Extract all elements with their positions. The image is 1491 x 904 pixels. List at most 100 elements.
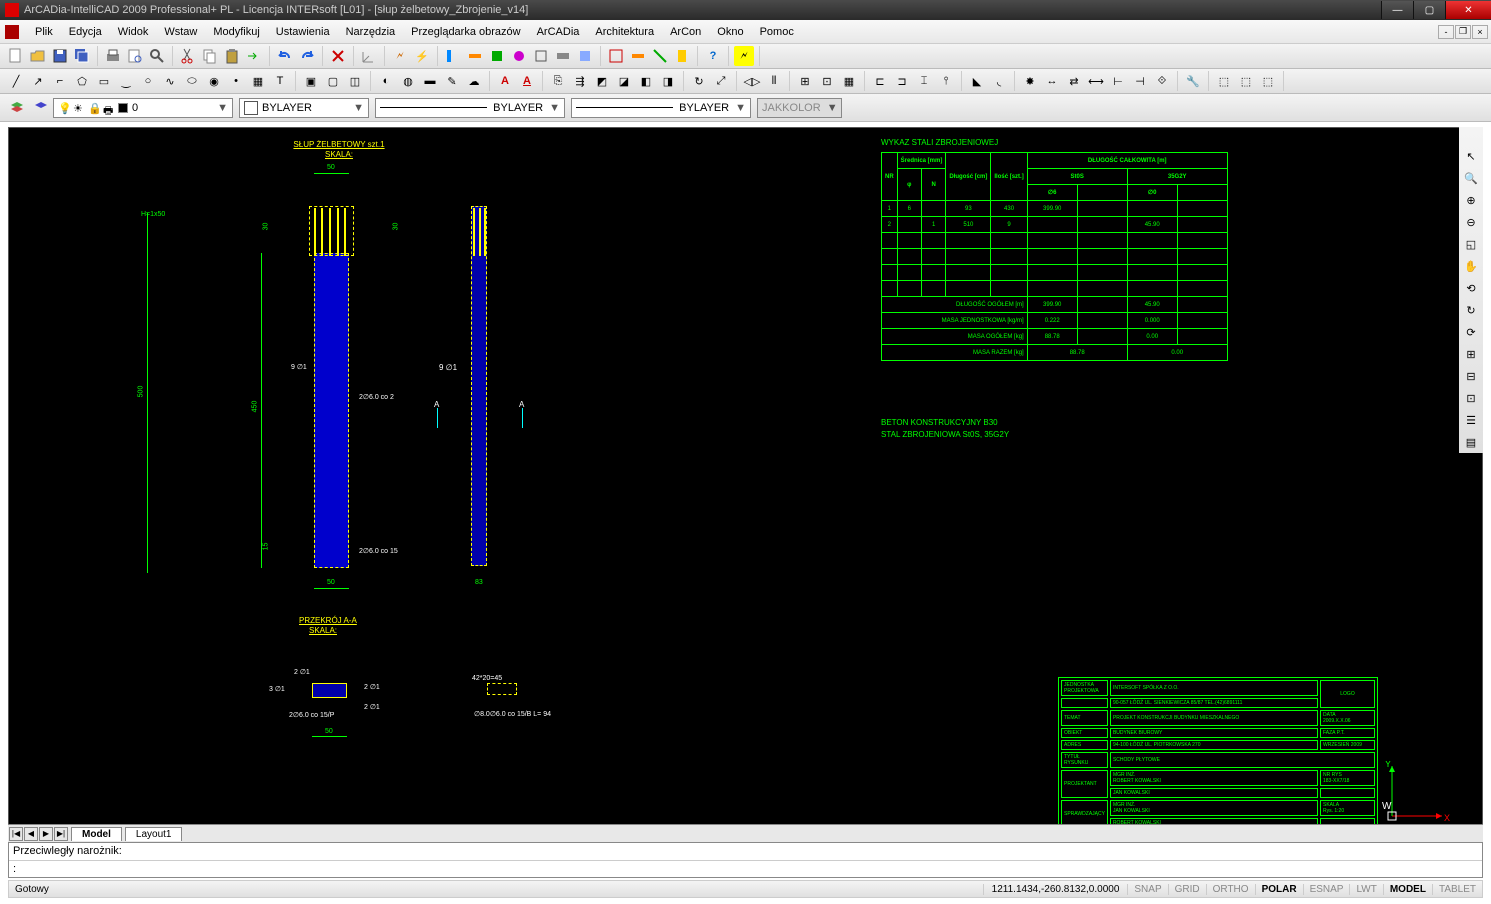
dim5-icon[interactable]: ⊣ [1130,71,1150,91]
rect-icon[interactable]: ▭ [94,71,114,91]
close-button[interactable]: ✕ [1445,1,1491,19]
mode-grid[interactable]: GRID [1168,884,1206,895]
save-icon[interactable] [50,46,70,66]
doc-close[interactable]: × [1472,25,1488,39]
tool1-icon[interactable] [443,46,463,66]
array-icon[interactable]: ⊞ [795,71,815,91]
minimize-button[interactable]: — [1381,1,1413,19]
mode-model[interactable]: MODEL [1383,884,1432,895]
layers2-icon[interactable] [30,98,52,118]
mode-ortho[interactable]: ORTHO [1206,884,1255,895]
new-icon[interactable] [6,46,26,66]
cut-icon[interactable] [178,46,198,66]
menu-wstaw[interactable]: Wstaw [156,24,205,40]
line-icon[interactable]: ╱ [6,71,26,91]
tool4-icon[interactable] [509,46,529,66]
polyline-icon[interactable]: ⌐ [50,71,70,91]
mod5-icon[interactable]: ◧ [636,71,656,91]
redo-icon[interactable] [297,46,317,66]
paste-icon[interactable] [222,46,242,66]
chamfer-icon[interactable]: ◣ [967,71,987,91]
print-icon[interactable] [103,46,123,66]
text-icon[interactable]: A [495,71,515,91]
menu-modyfikuj[interactable]: Modyfikuj [205,24,267,40]
zoom-ext-icon[interactable]: ⊕ [1461,190,1481,210]
tab-next[interactable]: ▶ [39,827,53,841]
break-icon[interactable]: ⌶ [914,71,934,91]
find-icon[interactable] [147,46,167,66]
exp2-icon[interactable]: ⬚ [1236,71,1256,91]
boundary-icon[interactable]: ◍ [398,71,418,91]
dim6-icon[interactable]: ⟐ [1152,71,1172,91]
orbit-icon[interactable]: ⟲ [1461,278,1481,298]
vp3-icon[interactable]: ⊡ [1461,388,1481,408]
layer-select[interactable]: 💡 ☀ 🔒 🖶 0 ▼ [53,98,233,118]
mode-snap[interactable]: SNAP [1127,884,1167,895]
zoom-realtime-icon[interactable]: ↖ [1461,146,1481,166]
mod1-icon[interactable]: ⎘ [548,71,568,91]
help-icon[interactable]: ? [703,46,723,66]
tab-prev[interactable]: ◀ [24,827,38,841]
palette-icon[interactable]: ▤ [1461,432,1481,452]
mode-esnap[interactable]: ESNAP [1303,884,1350,895]
maximize-button[interactable]: ▢ [1413,1,1445,19]
mirror-icon[interactable]: ◁▷ [742,71,762,91]
mod4-icon[interactable]: ◪ [614,71,634,91]
menu-edycja[interactable]: Edycja [61,24,110,40]
rotate-icon[interactable]: ↻ [689,71,709,91]
tool10-icon[interactable] [650,46,670,66]
tab-first[interactable]: |◀ [9,827,23,841]
mod3-icon[interactable]: ◩ [592,71,612,91]
zoom-prev-icon[interactable]: ⊖ [1461,212,1481,232]
menu-widok[interactable]: Widok [110,24,157,40]
undo-icon[interactable] [275,46,295,66]
polygon-icon[interactable]: ⬠ [72,71,92,91]
offset-icon[interactable]: ⫴ [764,71,784,91]
print-preview-icon[interactable] [125,46,145,66]
explode-icon[interactable]: ✸ [1020,71,1040,91]
ucs-icon[interactable] [359,46,379,66]
linetype-select[interactable]: BYLAYER ▼ [375,98,565,118]
array3-icon[interactable]: ▦ [839,71,859,91]
mod2-icon[interactable]: ⇶ [570,71,590,91]
trace-icon[interactable]: ▬ [420,71,440,91]
doc-restore[interactable]: ❐ [1455,25,1471,39]
tool5-icon[interactable] [531,46,551,66]
menu-przegladarka[interactable]: Przeglądarka obrazów [403,24,528,40]
lineweight-select[interactable]: BYLAYER ▼ [571,98,751,118]
mtext2-icon[interactable]: A [517,71,537,91]
zoom-all-icon[interactable]: ◱ [1461,234,1481,254]
explorer2-icon[interactable]: ⚡ [412,46,432,66]
copy-icon[interactable] [200,46,220,66]
spline-icon[interactable]: ∿ [160,71,180,91]
tab-model[interactable]: Model [71,827,122,841]
dim1-icon[interactable]: ↔ [1042,71,1062,91]
donut-icon[interactable]: ◉ [204,71,224,91]
tab-layout1[interactable]: Layout1 [125,827,183,841]
tool11-icon[interactable] [672,46,692,66]
dim3-icon[interactable]: ⟷ [1086,71,1106,91]
join-icon[interactable]: ⫯ [936,71,956,91]
layers-icon[interactable] [6,98,28,118]
vp2-icon[interactable]: ⊟ [1461,366,1481,386]
vp1-icon[interactable]: ⊞ [1461,344,1481,364]
menu-okno[interactable]: Okno [709,24,751,40]
menu-narzedzia[interactable]: Narzędzia [338,24,404,40]
dim2-icon[interactable]: ⇄ [1064,71,1084,91]
exp3-icon[interactable]: ⬚ [1258,71,1278,91]
command-prompt[interactable]: : [9,860,1482,877]
tab-last[interactable]: ▶| [54,827,68,841]
run-icon[interactable]: 🗲 [734,46,754,66]
hatch-icon[interactable]: ▦ [248,71,268,91]
scale-icon[interactable]: ⤢ [711,71,731,91]
tool6-icon[interactable] [553,46,573,66]
fillet-icon[interactable]: ◟ [989,71,1009,91]
array2-icon[interactable]: ⊡ [817,71,837,91]
pan-icon[interactable]: ✋ [1461,256,1481,276]
mode-tablet[interactable]: TABLET [1432,884,1482,895]
ray-icon[interactable]: ↗ [28,71,48,91]
saveall-icon[interactable] [72,46,92,66]
insert-icon[interactable]: ▢ [323,71,343,91]
mod6-icon[interactable]: ◨ [658,71,678,91]
explorer-icon[interactable]: 🗲 [390,46,410,66]
